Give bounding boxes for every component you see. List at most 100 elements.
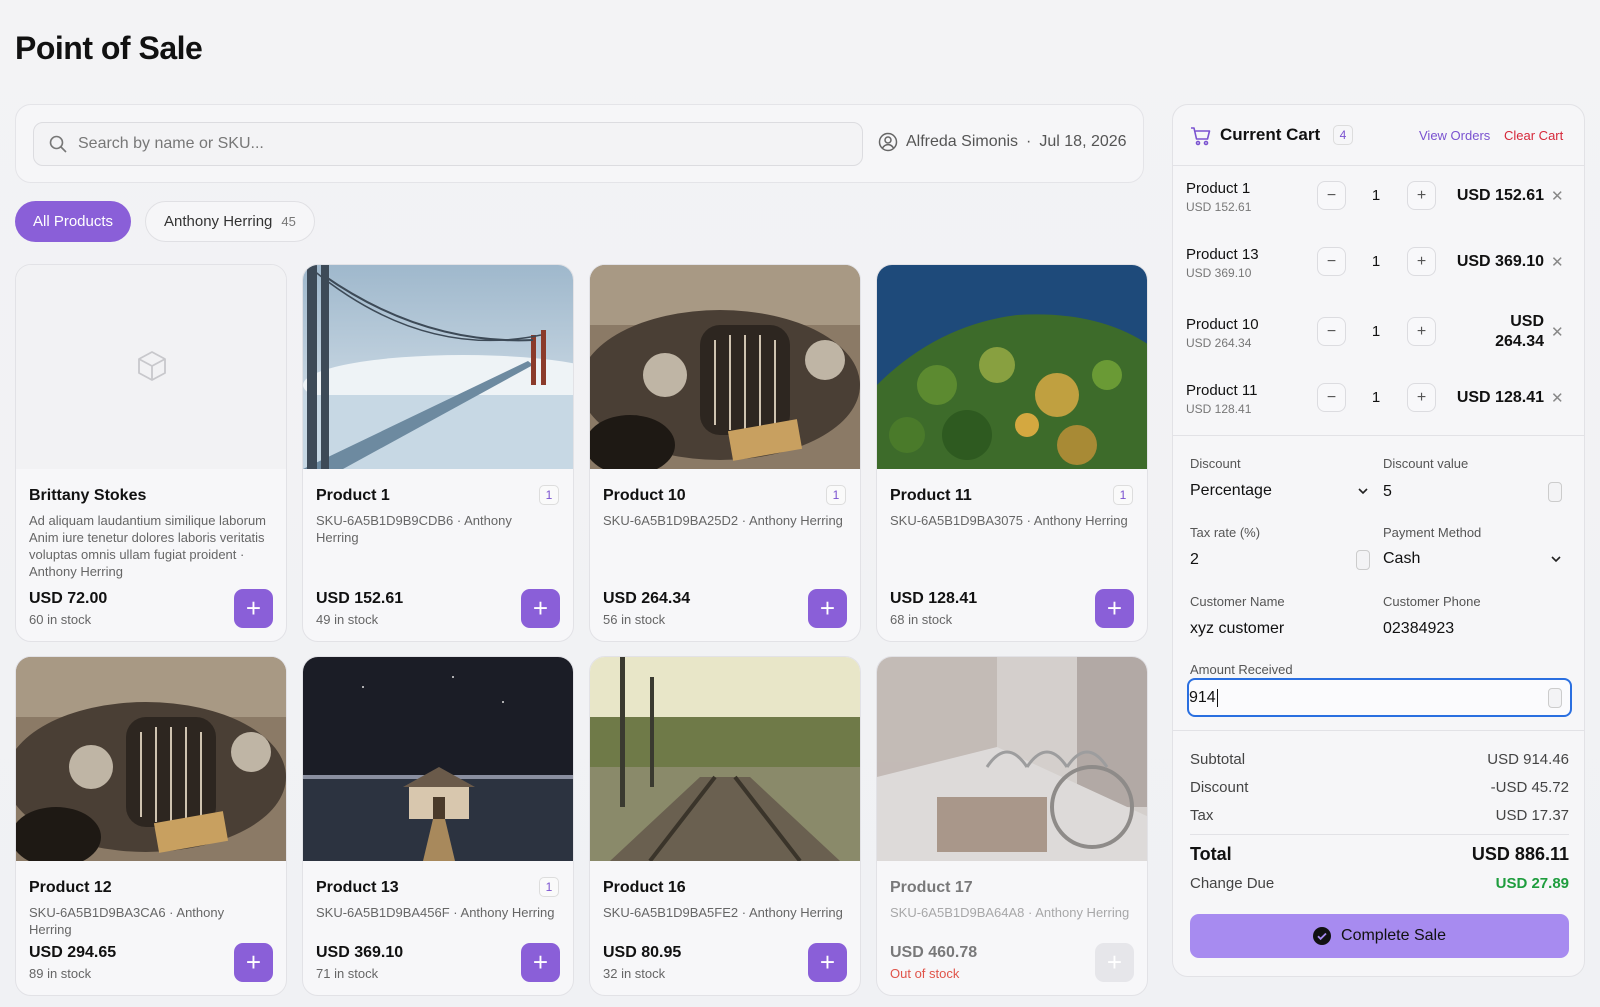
- search-icon: [49, 135, 67, 153]
- customer-name-input[interactable]: xyz customer: [1190, 620, 1284, 638]
- increase-quantity-button[interactable]: +: [1407, 247, 1436, 276]
- plus-icon: +: [819, 947, 836, 977]
- cart-item-total: USD 128.41: [1456, 389, 1544, 406]
- payment-method-select[interactable]: Cash: [1383, 550, 1420, 568]
- add-to-cart-button[interactable]: +: [808, 943, 847, 982]
- cart-item-total: USD 152.61: [1456, 187, 1544, 204]
- cart-quantity-badge: 1: [539, 485, 559, 505]
- tab-anthony-herring[interactable]: Anthony Herring 45: [145, 201, 315, 242]
- add-to-cart-button[interactable]: +: [521, 589, 560, 628]
- plus-icon: +: [1416, 322, 1427, 340]
- top-bar: Alfreda Simonis · Jul 18, 2026: [15, 104, 1144, 183]
- complete-sale-label: Complete Sale: [1341, 927, 1446, 944]
- increase-quantity-button[interactable]: +: [1407, 383, 1436, 412]
- cart-quantity-badge: 1: [1113, 485, 1133, 505]
- decrease-quantity-button[interactable]: −: [1317, 247, 1346, 276]
- add-to-cart-button[interactable]: +: [234, 589, 273, 628]
- change-due-label: Change Due: [1190, 875, 1275, 892]
- payment-method-label: Payment Method: [1383, 525, 1482, 540]
- cart-item: Product 13 USD 369.10 − 1 + USD 369.10 ✕: [1173, 232, 1584, 298]
- product-name: Product 1: [316, 487, 390, 504]
- remove-item-icon[interactable]: ✕: [1551, 323, 1564, 341]
- subtotal-row: Subtotal USD 914.46: [1190, 751, 1569, 768]
- subtotal-label: Subtotal: [1190, 751, 1246, 768]
- decrease-quantity-button[interactable]: −: [1317, 383, 1346, 412]
- product-card[interactable]: Product 16 SKU-6A5B1D9BA5FE2 · Anthony H…: [589, 656, 861, 996]
- cart-item-name: Product 13: [1186, 246, 1259, 263]
- clear-cart-link[interactable]: Clear Cart: [1504, 128, 1563, 143]
- tab-label: All Products: [33, 213, 114, 230]
- discount-row: Discount -USD 45.72: [1190, 779, 1569, 796]
- cart-item-name: Product 11: [1186, 382, 1258, 399]
- product-price: USD 80.95: [603, 944, 682, 961]
- minus-icon: −: [1326, 186, 1337, 204]
- product-card[interactable]: Product 10 1 SKU-6A5B1D9BA25D2 · Anthony…: [589, 264, 861, 642]
- remove-item-icon[interactable]: ✕: [1551, 187, 1564, 205]
- cart-count-badge: 4: [1333, 125, 1353, 145]
- product-card[interactable]: Brittany Stokes Ad aliquam laudantium si…: [15, 264, 287, 642]
- cart-quantity-badge: 1: [826, 485, 846, 505]
- add-to-cart-button[interactable]: +: [1095, 589, 1134, 628]
- customer-phone-input[interactable]: 02384923: [1383, 620, 1454, 638]
- increase-quantity-button[interactable]: +: [1407, 317, 1436, 346]
- product-price: USD 294.65: [29, 944, 117, 961]
- cart-item-unit-price: USD 128.41: [1186, 402, 1252, 416]
- tab-count: 45: [281, 214, 296, 229]
- page-title: Point of Sale: [15, 30, 203, 66]
- spinner-icon[interactable]: [1356, 550, 1370, 570]
- product-sku: SKU-6A5B1D9BA64A8 · Anthony Herring: [890, 905, 1130, 920]
- cart-item-total: USD 264.34: [1495, 313, 1544, 350]
- tab-all-products[interactable]: All Products: [15, 201, 132, 242]
- cart-item-quantity: 1: [1371, 389, 1381, 406]
- product-name: Brittany Stokes: [29, 487, 147, 504]
- total-row: Total USD 886.11: [1190, 844, 1569, 865]
- product-price: USD 264.34: [603, 590, 691, 607]
- customer-phone-label: Customer Phone: [1383, 594, 1481, 609]
- product-image-car: [590, 265, 860, 469]
- remove-item-icon[interactable]: ✕: [1551, 389, 1564, 407]
- text-cursor: [1216, 688, 1218, 707]
- spinner-icon[interactable]: [1548, 482, 1562, 502]
- product-card[interactable]: Product 11 1 SKU-6A5B1D9BA3075 · Anthony…: [876, 264, 1148, 642]
- user-circle-icon: [878, 132, 898, 152]
- product-sku: SKU-6A5B1D9BA456F · Anthony Herring: [316, 905, 555, 920]
- plus-icon: +: [532, 947, 549, 977]
- product-sku: SKU-6A5B1D9B9CDB6 · Anthony Herring: [316, 513, 512, 545]
- cart-header: Current Cart 4 View Orders Clear Cart: [1173, 105, 1584, 166]
- product-stock: 71 in stock: [316, 966, 379, 981]
- add-to-cart-button[interactable]: +: [521, 943, 560, 982]
- checkout-form: Discount Percentage Discount value 5 Tax…: [1173, 435, 1584, 731]
- check-circle-icon: [1313, 927, 1332, 945]
- product-name: Product 11: [890, 487, 972, 504]
- spinner-icon[interactable]: [1548, 688, 1562, 708]
- complete-sale-button[interactable]: Complete Sale: [1190, 914, 1569, 958]
- product-name: Product 16: [603, 879, 686, 896]
- discount-value-label: Discount value: [1383, 456, 1469, 471]
- decrease-quantity-button[interactable]: −: [1317, 181, 1346, 210]
- product-card[interactable]: Product 13 1 SKU-6A5B1D9BA456F · Anthony…: [302, 656, 574, 996]
- tab-label: Anthony Herring: [164, 213, 273, 230]
- product-card[interactable]: Product 1 1 SKU-6A5B1D9B9CDB6 · Anthony …: [302, 264, 574, 642]
- add-to-cart-button[interactable]: +: [808, 589, 847, 628]
- user-name: Alfreda Simonis: [906, 133, 1019, 150]
- product-stock: 49 in stock: [316, 612, 379, 627]
- plus-icon: +: [1106, 593, 1123, 623]
- product-image-placeholder: [16, 265, 286, 469]
- search-box[interactable]: [33, 122, 863, 166]
- discount-value-input[interactable]: 5: [1383, 483, 1392, 501]
- discount-label: Discount: [1190, 456, 1241, 471]
- product-card[interactable]: Product 12 SKU-6A5B1D9BA3CA6 · Anthony H…: [15, 656, 287, 996]
- minus-icon: −: [1326, 252, 1337, 270]
- view-orders-link[interactable]: View Orders: [1419, 128, 1490, 143]
- remove-item-icon[interactable]: ✕: [1551, 253, 1564, 271]
- tax-rate-input[interactable]: 2: [1190, 551, 1199, 569]
- amount-received-input[interactable]: 914: [1187, 678, 1572, 717]
- change-due-value: USD 27.89: [1495, 875, 1569, 892]
- cart-item-quantity: 1: [1371, 253, 1381, 270]
- add-to-cart-button[interactable]: +: [234, 943, 273, 982]
- decrease-quantity-button[interactable]: −: [1317, 317, 1346, 346]
- increase-quantity-button[interactable]: +: [1407, 181, 1436, 210]
- product-name: Product 17: [890, 879, 973, 896]
- discount-type-select[interactable]: Percentage: [1190, 482, 1272, 500]
- search-input[interactable]: [78, 135, 838, 153]
